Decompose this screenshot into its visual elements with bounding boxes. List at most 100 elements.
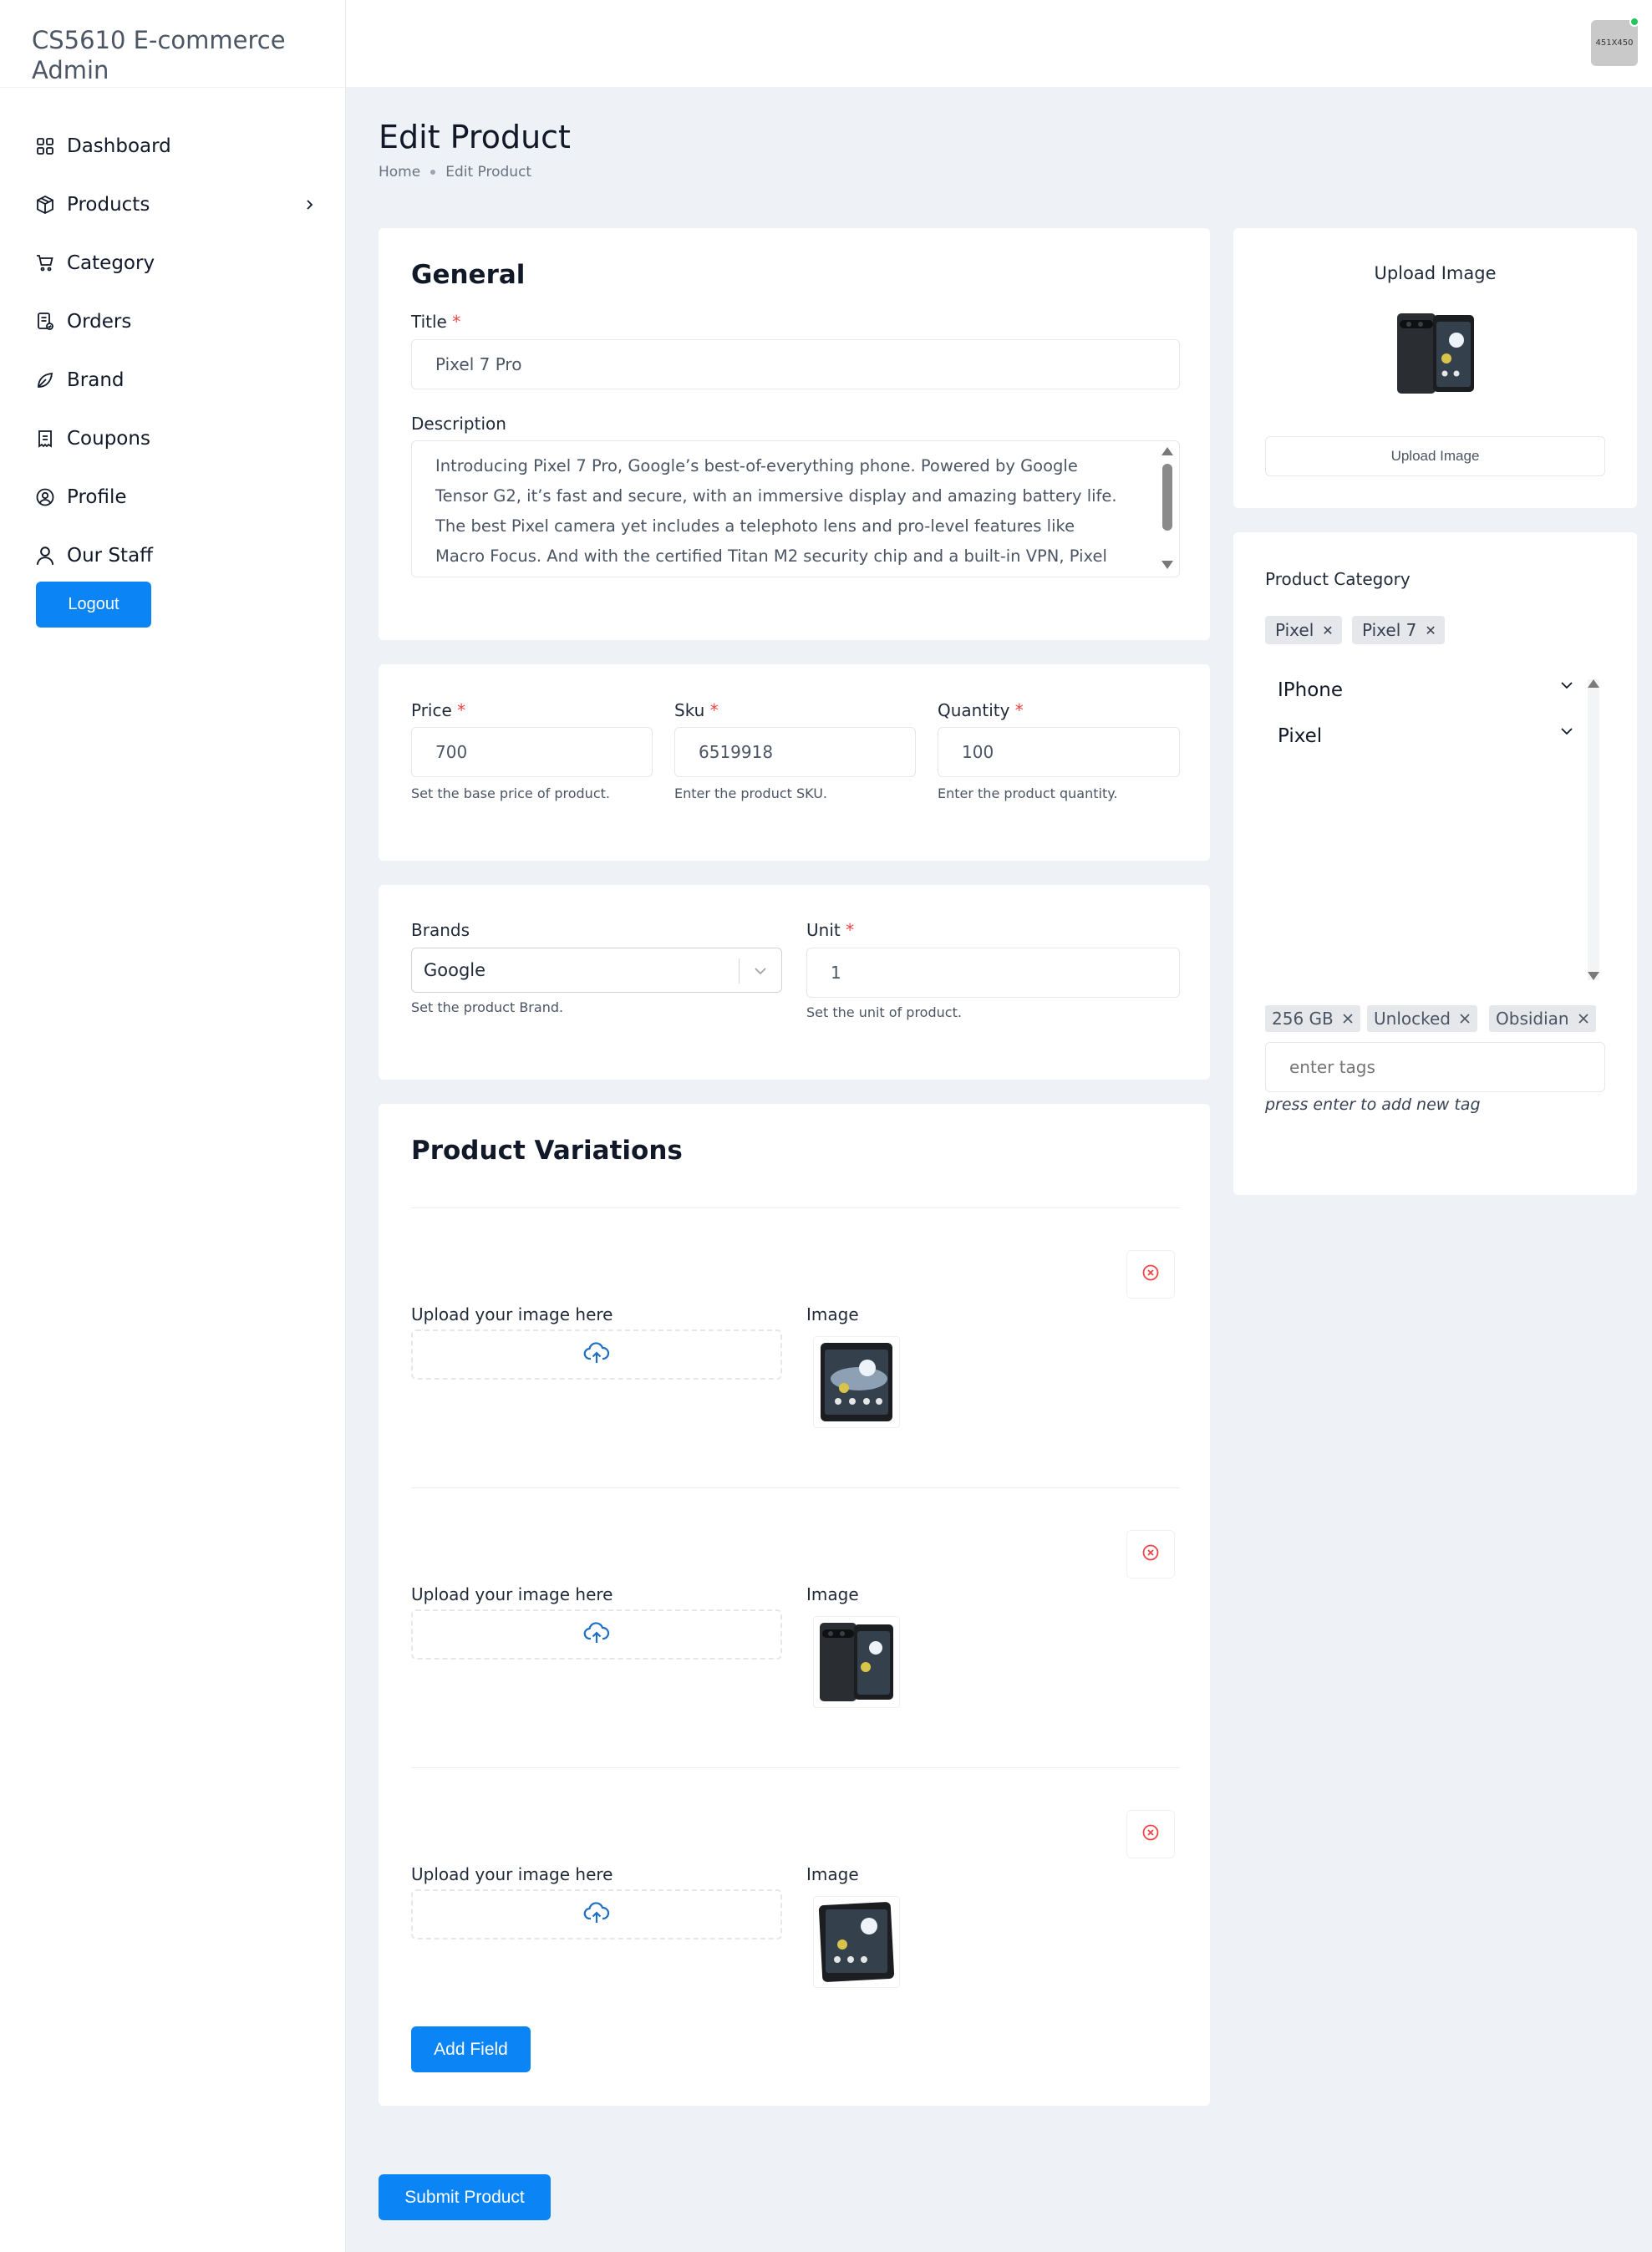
avatar[interactable]: 451X450 [1591, 20, 1638, 66]
title-label-text: Title [411, 312, 447, 332]
sidebar-item-label: Brand [67, 369, 125, 391]
scroll-up-icon[interactable] [1588, 679, 1599, 688]
close-icon[interactable] [1342, 1009, 1354, 1029]
online-status-dot [1629, 17, 1639, 27]
divider [411, 1767, 1180, 1768]
upload-image-button[interactable]: Upload Image [1265, 436, 1605, 476]
close-circle-icon [1141, 1263, 1160, 1285]
cart-icon [33, 252, 57, 275]
category-scrollbar[interactable] [1588, 679, 1599, 980]
brand-help: Set the product Brand. [411, 999, 564, 1015]
description-label: Description [411, 414, 506, 434]
chip-label: Pixel [1275, 620, 1314, 640]
required-mark: * [846, 920, 855, 940]
sidebar-item-orders[interactable]: Orders [33, 292, 318, 351]
scroll-down-icon[interactable] [1161, 561, 1173, 569]
quantity-input[interactable]: 100 [938, 727, 1180, 777]
remove-variation-button[interactable] [1126, 1810, 1175, 1858]
title-input[interactable]: Pixel 7 Pro [411, 339, 1180, 389]
sidebar-item-label: Category [67, 252, 155, 274]
required-mark: * [1014, 700, 1024, 720]
sidebar-item-label: Dashboard [67, 135, 171, 157]
close-icon[interactable]: ✕ [1322, 623, 1333, 638]
user-icon [33, 544, 57, 567]
upload-image-card: Upload Image Upload Image [1233, 228, 1637, 508]
image-label: Image [806, 1864, 859, 1884]
unit-input[interactable]: 1 [806, 948, 1180, 998]
sidebar-nav: Dashboard Products Category Orders Brand… [33, 117, 318, 585]
sidebar-item-label: Orders [67, 311, 132, 333]
cloud-upload-icon [583, 1341, 610, 1368]
sidebar-item-label: Profile [67, 486, 127, 508]
upload-image-label: Upload your image here [411, 1304, 613, 1324]
sidebar-item-category[interactable]: Category [33, 234, 318, 292]
variation-dropzone[interactable] [411, 1609, 782, 1660]
category-tree-item[interactable]: Pixel [1278, 725, 1322, 747]
tag-chip: 256 GB [1265, 1005, 1360, 1032]
variations-heading: Product Variations [411, 1136, 683, 1166]
upload-image-heading: Upload Image [1374, 263, 1497, 283]
image-label: Image [806, 1584, 859, 1604]
general-heading: General [411, 260, 526, 290]
brand-unit-card: Brands Google Set the product Brand. Uni… [379, 885, 1210, 1080]
chip-label: Pixel 7 [1362, 620, 1417, 640]
brand-select[interactable]: Google [411, 948, 782, 993]
cloud-upload-icon [583, 1621, 610, 1648]
close-icon[interactable] [1459, 1009, 1471, 1029]
close-circle-icon [1141, 1543, 1160, 1565]
variation-image [813, 1896, 900, 1988]
sku-label-text: Sku [674, 700, 705, 720]
scrollbar-thumb[interactable] [1162, 464, 1172, 531]
sidebar-item-our-staff[interactable]: Our Staff [33, 526, 318, 585]
general-card: General Title * Pixel 7 Pro Description … [379, 228, 1210, 640]
sidebar-divider [0, 87, 346, 88]
brand-select-value: Google [424, 960, 486, 980]
tag-chip: Unlocked [1367, 1005, 1477, 1032]
scroll-up-icon[interactable] [1161, 447, 1173, 455]
description-scrollbar[interactable] [1161, 447, 1173, 572]
divider [411, 1487, 1180, 1488]
category-tree-item[interactable]: IPhone [1278, 679, 1343, 701]
breadcrumb-home[interactable]: Home [379, 164, 420, 180]
chevron-down-icon[interactable] [1558, 676, 1576, 694]
variation-dropzone[interactable] [411, 1889, 782, 1939]
chevron-down-icon[interactable] [1558, 722, 1576, 740]
chevron-down-icon[interactable] [751, 962, 770, 980]
quantity-label: Quantity * [938, 700, 1024, 720]
description-textarea[interactable]: Introducing Pixel 7 Pro, Google’s best-o… [411, 440, 1180, 577]
sidebar-item-brand[interactable]: Brand [33, 351, 318, 409]
remove-variation-button[interactable] [1126, 1250, 1175, 1299]
sidebar-item-label: Coupons [67, 428, 150, 450]
add-field-button[interactable]: Add Field [411, 2026, 531, 2072]
sidebar-item-profile[interactable]: Profile [33, 468, 318, 526]
remove-variation-button[interactable] [1126, 1530, 1175, 1578]
price-input[interactable]: 700 [411, 727, 653, 777]
variation-image [813, 1616, 900, 1708]
pricing-card: Price * 700 Set the base price of produc… [379, 664, 1210, 861]
sidebar-item-coupons[interactable]: Coupons [33, 409, 318, 468]
sidebar-item-label: Our Staff [67, 545, 154, 567]
selected-category-chip: Pixel 7 ✕ [1352, 616, 1445, 644]
variation-dropzone[interactable] [411, 1329, 782, 1380]
title-label: Title * [411, 312, 460, 332]
submit-product-button[interactable]: Submit Product [379, 2174, 551, 2220]
quantity-label-text: Quantity [938, 700, 1010, 720]
close-circle-icon [1141, 1823, 1160, 1845]
orders-icon [33, 310, 57, 333]
sidebar-item-label: Products [67, 194, 150, 216]
unit-help: Set the unit of product. [806, 1004, 962, 1020]
price-label: Price * [411, 700, 465, 720]
sidebar-item-dashboard[interactable]: Dashboard [33, 117, 318, 175]
tags-input[interactable] [1265, 1042, 1605, 1092]
tag-label: Obsidian [1496, 1009, 1569, 1029]
sidebar-item-products[interactable]: Products [33, 175, 318, 234]
close-icon[interactable] [1578, 1009, 1589, 1029]
coupon-icon [33, 427, 57, 450]
logout-button[interactable]: Logout [36, 582, 151, 628]
close-icon[interactable]: ✕ [1425, 623, 1436, 638]
scroll-down-icon[interactable] [1588, 972, 1599, 980]
sku-input[interactable]: 6519918 [674, 727, 916, 777]
sidebar: CS5610 E-commerce Admin Dashboard Produc… [0, 0, 346, 2252]
variation-image [813, 1336, 900, 1428]
app-title: CS5610 E-commerce Admin [32, 26, 286, 84]
